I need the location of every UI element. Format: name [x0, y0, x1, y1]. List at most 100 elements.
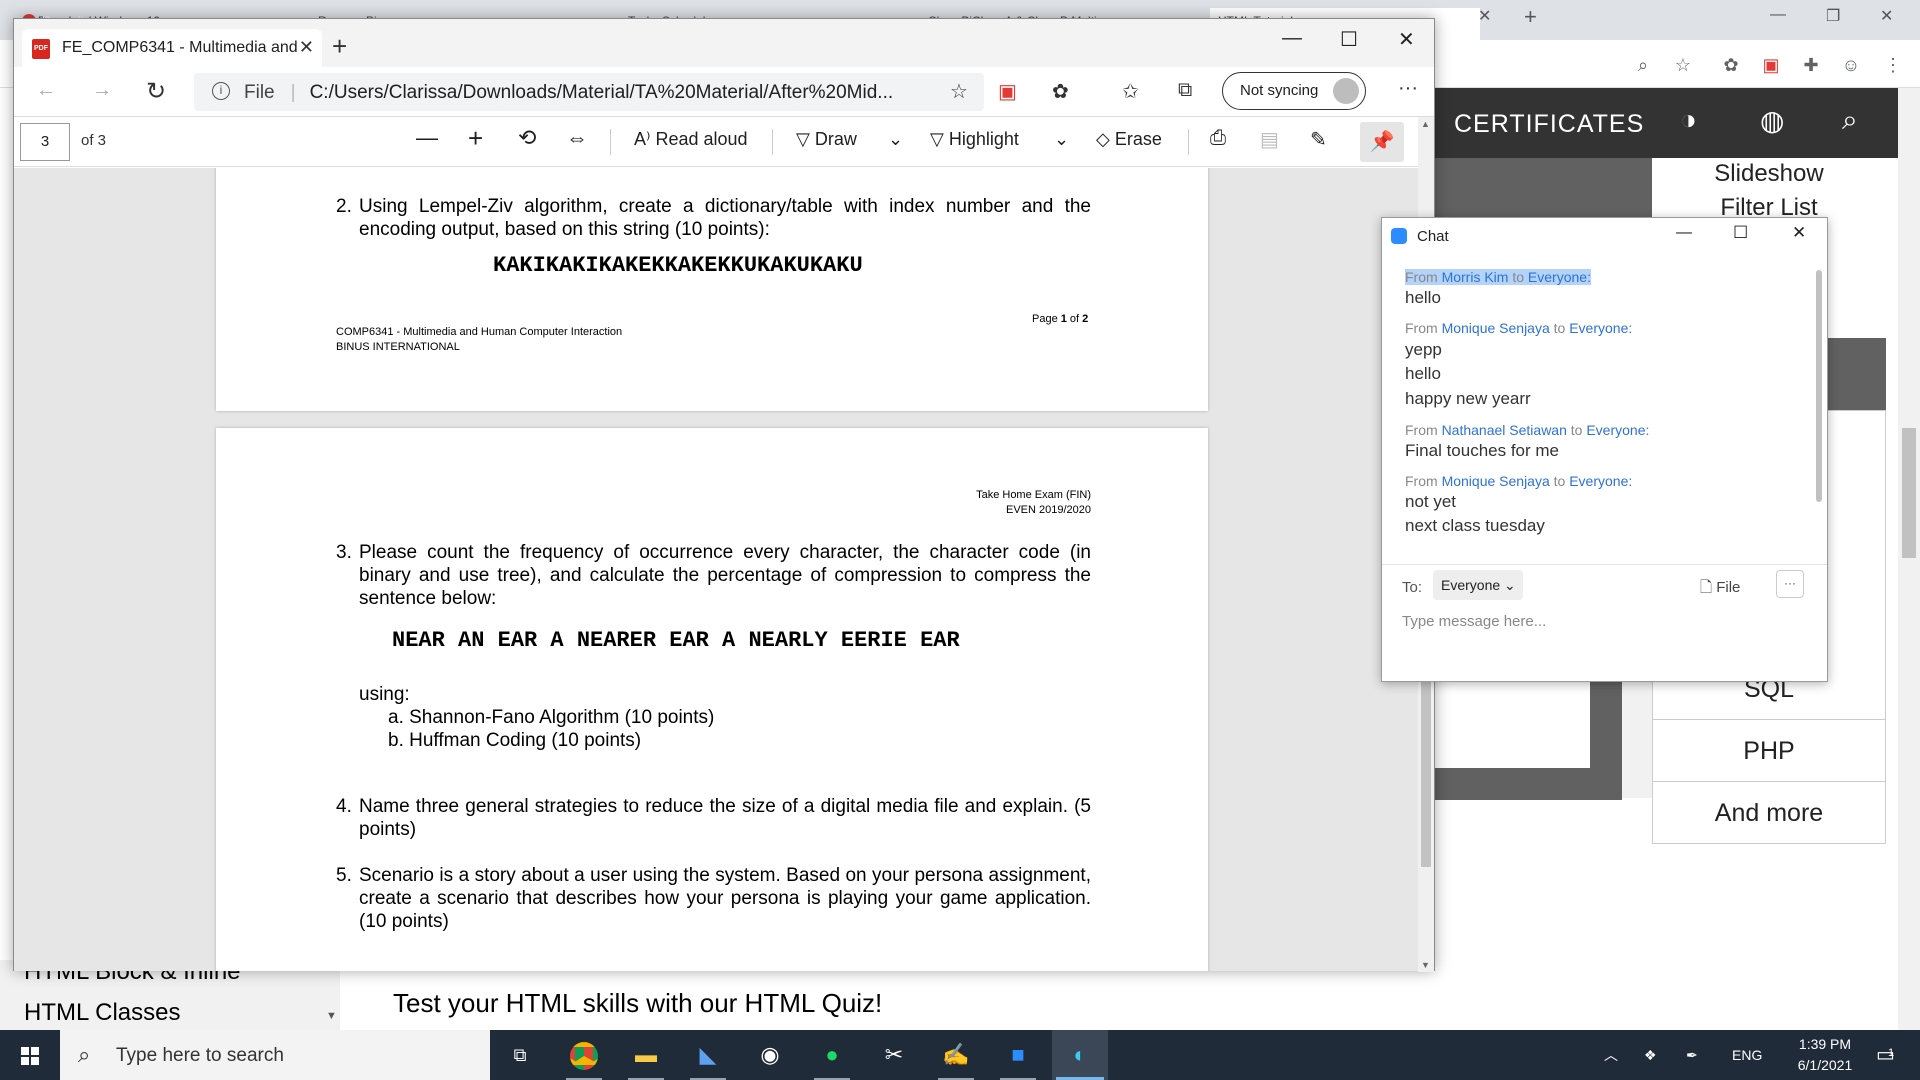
chat-scrollbar[interactable]	[1815, 260, 1823, 560]
message-text: hello	[1405, 288, 1441, 307]
chat-scroll-thumb[interactable]	[1816, 270, 1822, 502]
extension-icon[interactable]: ▣	[998, 79, 1017, 104]
pen-icon[interactable]: ✒	[1686, 1030, 1698, 1080]
background-tab-close-icon[interactable]: ✕	[1478, 6, 1491, 26]
highlight-options-chevron-icon[interactable]: ⌄	[1054, 129, 1069, 150]
site-info-icon[interactable]: i	[212, 82, 230, 100]
pdf-scroll-thumb[interactable]	[1421, 657, 1431, 867]
snip-icon[interactable]: ✂	[866, 1030, 922, 1080]
notification-icon[interactable]: ▭ 1	[1876, 1030, 1895, 1080]
extension-icon[interactable]: ✿	[1052, 79, 1069, 104]
favorite-star-icon[interactable]: ☆	[950, 79, 968, 104]
forward-icon[interactable]: →	[92, 79, 112, 102]
search-icon[interactable]: ⌕	[1842, 104, 1858, 137]
background-minimize-icon[interactable]: —	[1770, 6, 1786, 24]
highlight-button[interactable]: ▽ Highlight	[930, 129, 1019, 150]
globe-icon[interactable]: ◍	[1760, 104, 1784, 137]
chat-maximize-icon[interactable]: ☐	[1733, 223, 1748, 243]
print-icon[interactable]: ⎙	[1210, 127, 1226, 150]
edge-tab-active[interactable]: PDF FE_COMP6341 - Multimedia and ✕	[22, 29, 322, 67]
scroll-down-icon[interactable]: ▼	[1421, 960, 1430, 970]
profile-sync-button[interactable]: Not syncing	[1222, 72, 1366, 110]
zoom-in-icon[interactable]: +	[468, 123, 483, 154]
vscode-icon[interactable]: ◣	[680, 1030, 736, 1080]
edge-app-icon[interactable]: ◐	[1052, 1030, 1108, 1080]
maximize-icon[interactable]: ☐	[1340, 27, 1358, 52]
collections-icon[interactable]: ⧉	[1178, 79, 1192, 102]
extension-icon[interactable]: ▣	[1758, 52, 1784, 78]
slideshow-link[interactable]: Slideshow	[1652, 160, 1886, 188]
zoom-out-icon[interactable]: —	[416, 125, 438, 151]
more-options-button[interactable]: ···	[1776, 570, 1804, 598]
favorites-icon[interactable]: ✩	[1122, 79, 1139, 104]
draw-button[interactable]: ▽ Draw	[796, 129, 857, 150]
background-new-tab-icon[interactable]: +	[1524, 4, 1537, 30]
fit-page-icon[interactable]: ⇔	[566, 125, 588, 151]
save-icon[interactable]: ▤	[1260, 127, 1279, 152]
left-nav-item[interactable]: HTML Classes	[24, 999, 180, 1027]
zoom-app-icon[interactable]: ■	[990, 1030, 1046, 1080]
taskbar-search-box[interactable]: ⌕ Type here to search	[60, 1030, 490, 1080]
spotify-icon[interactable]: ●	[804, 1030, 860, 1080]
read-aloud-button[interactable]: A⁾ Read aloud	[634, 129, 748, 150]
question-3-using: using:	[359, 684, 410, 705]
page-footer-number: Page 1 of 2	[1032, 313, 1089, 325]
refresh-icon[interactable]: ↻	[146, 77, 166, 106]
taskbar-clock[interactable]: 1:39 PM 6/1/2021	[1780, 1034, 1870, 1076]
draw-options-chevron-icon[interactable]: ⌄	[888, 129, 903, 150]
rotate-icon[interactable]: ⟲	[518, 125, 536, 151]
dropbox-icon[interactable]: ❖	[1644, 1030, 1657, 1080]
lzw-input-string: KAKIKAKIKAKEKKAKEKKUKAKUKAKU	[493, 253, 863, 278]
menu-icon[interactable]: ⋮	[1880, 52, 1906, 78]
file-button[interactable]: 🗋 File	[1700, 577, 1740, 602]
file-icon: 🗋	[1700, 579, 1713, 596]
background-scrollbar[interactable]	[1898, 88, 1920, 1030]
pdf-viewport[interactable]: 2. Using Lempel-Ziv algorithm, create a …	[14, 168, 1420, 971]
chat-minimize-icon[interactable]: —	[1676, 224, 1692, 242]
background-close-icon[interactable]: ✕	[1880, 6, 1893, 26]
bookmark-star-icon[interactable]: ☆	[1670, 52, 1696, 78]
profile-avatar-icon[interactable]: ☺	[1838, 52, 1864, 78]
chat-message-list[interactable]: From Morris Kim to Everyone: hello From …	[1382, 256, 1814, 558]
task-view-icon[interactable]: ⧉	[492, 1030, 548, 1080]
background-scroll-thumb[interactable]	[1902, 428, 1916, 558]
language-indicator[interactable]: ENG	[1732, 1030, 1762, 1080]
save-as-icon[interactable]: ✎	[1310, 127, 1327, 152]
file-explorer-icon[interactable]: ▬	[618, 1030, 674, 1080]
chat-close-icon[interactable]: ✕	[1792, 223, 1806, 243]
and-more-link[interactable]: And more	[1652, 782, 1886, 844]
page-number-input[interactable]: 3	[20, 123, 70, 161]
background-restore-icon[interactable]: ❐	[1826, 6, 1840, 26]
search-icon: ⌕	[78, 1042, 91, 1067]
recipient-dropdown[interactable]: Everyone ⌄	[1433, 570, 1523, 600]
address-bar[interactable]: i File | C:/Users/Clarissa/Downloads/Mater…	[194, 73, 984, 111]
compression-sentence: NEAR AN EAR A NEARER EAR A NEARLY EERIE …	[392, 628, 960, 653]
zoom-icon[interactable]: ⌕	[1630, 52, 1656, 78]
contrast-icon[interactable]: ◑	[1680, 104, 1697, 136]
back-icon[interactable]: ←	[36, 79, 56, 102]
extension-icon[interactable]: ✿	[1718, 52, 1744, 78]
settings-more-icon[interactable]: ···	[1398, 77, 1418, 100]
nav-certificates-link[interactable]: CERTIFICATES	[1454, 110, 1644, 139]
start-button[interactable]	[0, 1030, 60, 1080]
minimize-icon[interactable]: —	[1282, 27, 1302, 50]
message-text: next class tuesday	[1405, 516, 1545, 535]
close-window-icon[interactable]: ✕	[1398, 27, 1415, 52]
left-nav-scroll-down-icon[interactable]: ▼	[326, 1010, 337, 1022]
whiteboard-icon[interactable]: ✍	[928, 1030, 984, 1080]
chevron-down-icon: ⌄	[1504, 577, 1516, 593]
chat-message-input[interactable]: Type message here...	[1402, 613, 1546, 630]
puzzle-icon[interactable]: ✚	[1798, 52, 1824, 78]
tab-close-icon[interactable]: ✕	[299, 37, 314, 58]
message-text: hello	[1405, 364, 1441, 383]
php-link[interactable]: PHP	[1652, 720, 1886, 782]
question-3b: b. Huffman Coding (10 points)	[388, 730, 642, 751]
new-tab-icon[interactable]: +	[332, 31, 347, 62]
erase-button[interactable]: ◇ Erase	[1096, 129, 1162, 150]
steam-icon[interactable]: ◉	[742, 1030, 798, 1080]
pin-toolbar-icon[interactable]: 📌	[1360, 122, 1404, 162]
chrome-icon[interactable]	[556, 1030, 612, 1080]
show-hidden-icons-icon[interactable]: ︿	[1604, 1030, 1618, 1080]
scroll-up-icon[interactable]: ▲	[1421, 119, 1430, 129]
to-label: To:	[1402, 579, 1423, 596]
